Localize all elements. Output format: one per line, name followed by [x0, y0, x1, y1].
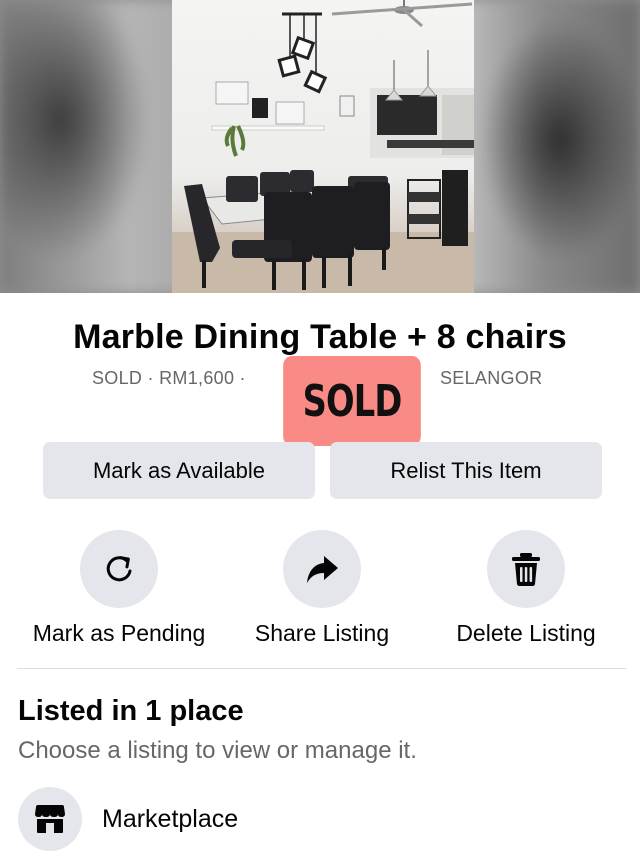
marketplace-label: Marketplace: [102, 804, 239, 833]
listing-photo[interactable]: [0, 0, 640, 293]
place-item-marketplace[interactable]: Marketplace: [18, 787, 238, 851]
mark-as-pending-action[interactable]: Mark as Pending: [19, 530, 219, 647]
mark-as-pending-label: Mark as Pending: [32, 620, 206, 646]
trash-icon: [512, 553, 540, 586]
listing-title: Marble Dining Table + 8 chairs: [73, 318, 567, 356]
listing-status-price: SOLD · RM1,600 ·: [92, 368, 246, 388]
share-arrow-icon: [307, 556, 338, 583]
listed-in-heading: Listed in 1 place: [18, 695, 244, 727]
relist-item-button[interactable]: Relist This Item: [330, 442, 602, 499]
section-divider: [17, 668, 626, 669]
listing-location: SELANGOR: [440, 368, 543, 388]
delete-listing-button[interactable]: [487, 530, 565, 608]
mark-as-available-button[interactable]: Mark as Available: [43, 442, 315, 499]
share-listing-button[interactable]: [283, 530, 361, 608]
share-listing-action[interactable]: Share Listing: [222, 530, 422, 647]
marketplace-icon-wrapper: [18, 787, 82, 851]
listed-in-subtitle: Choose a listing to view or manage it.: [18, 737, 417, 764]
listing-photo-image: [172, 0, 474, 293]
sold-status-badge: SOLD: [283, 356, 421, 446]
delete-listing-label: Delete Listing: [456, 620, 596, 646]
refresh-icon: [106, 556, 132, 582]
delete-listing-action[interactable]: Delete Listing: [426, 530, 626, 647]
mark-as-pending-button[interactable]: [80, 530, 158, 608]
share-listing-label: Share Listing: [254, 620, 390, 646]
dining-room-illustration: [172, 0, 474, 293]
storefront-icon: [35, 805, 65, 833]
